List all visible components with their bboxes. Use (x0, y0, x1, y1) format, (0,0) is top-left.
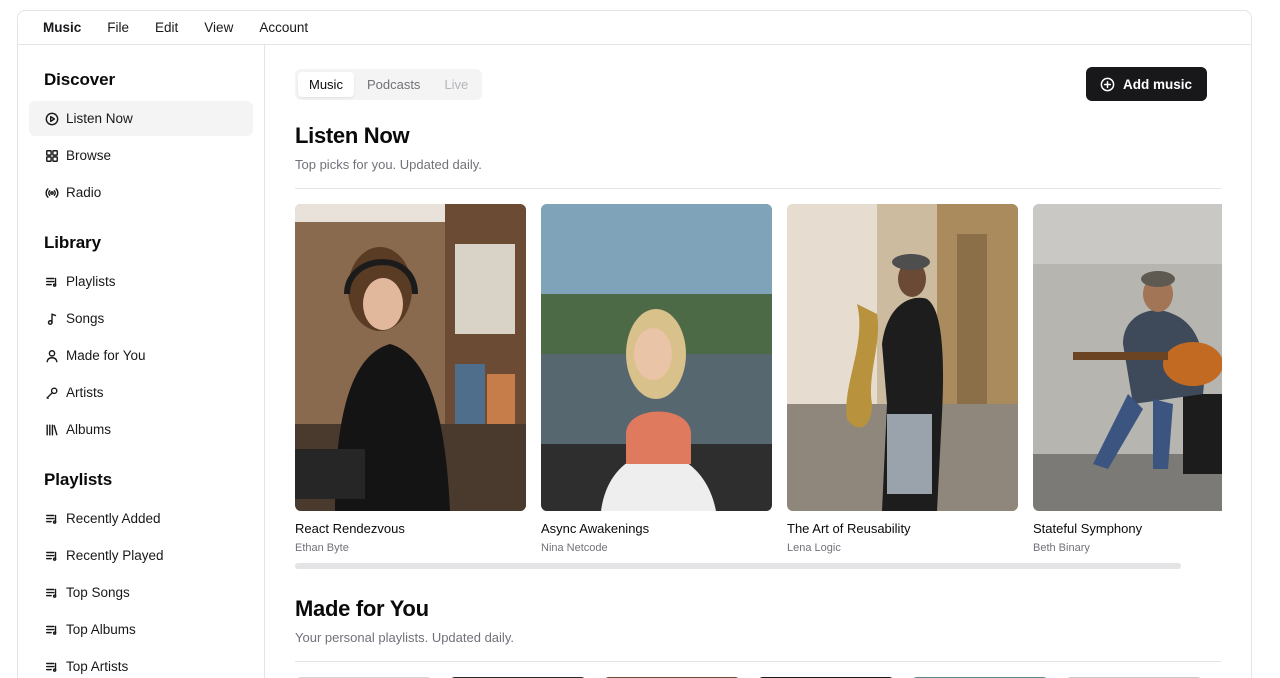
section-divider (295, 661, 1221, 662)
sidebar-item-label: Playlists (66, 274, 116, 289)
sidebar-item-label: Top Songs (66, 585, 130, 600)
made-for-you-section: Made for You Your personal playlists. Up… (295, 596, 1221, 678)
sidebar-item-top-artists[interactable]: Top Artists (29, 649, 253, 678)
sidebar-item-albums[interactable]: Albums (29, 412, 253, 447)
menu-account[interactable]: Account (259, 20, 308, 35)
playlist-icon (44, 622, 59, 637)
sidebar-item-label: Top Artists (66, 659, 129, 674)
sidebar-item-recently-added[interactable]: Recently Added (29, 501, 253, 536)
section-title-listen-now: Listen Now (295, 123, 410, 148)
album-artist: Ethan Byte (295, 542, 349, 554)
section-subtitle-made-for-you: Your personal playlists. Updated daily. (295, 630, 514, 645)
sidebar-item-top-albums[interactable]: Top Albums (29, 612, 253, 647)
album-cover-image[interactable] (295, 204, 526, 511)
sidebar-item-label: Recently Added (66, 511, 161, 526)
sidebar-item-radio[interactable]: Radio (29, 175, 253, 210)
album-card[interactable]: Stateful Symphony Beth Binary (1033, 204, 1222, 554)
main-content: Music Podcasts Live Add music Listen Now… (265, 45, 1251, 678)
sidebar-item-songs[interactable]: Songs (29, 301, 253, 336)
album-title: React Rendezvous (295, 521, 405, 536)
user-icon (44, 348, 59, 363)
tab-music[interactable]: Music (298, 71, 354, 97)
album-cover-image[interactable] (787, 204, 1018, 511)
album-cover-image[interactable] (541, 204, 772, 511)
section-subtitle-listen-now: Top picks for you. Updated daily. (295, 157, 482, 172)
sidebar-item-label: Artists (66, 385, 104, 400)
playlist-icon (44, 585, 59, 600)
sidebar-item-artists[interactable]: Artists (29, 375, 253, 410)
menu-view[interactable]: View (204, 20, 233, 35)
add-music-button[interactable]: Add music (1085, 67, 1207, 101)
menu-edit[interactable]: Edit (155, 20, 178, 35)
album-title: Async Awakenings (541, 521, 650, 536)
music-note-icon (44, 311, 59, 326)
album-card[interactable]: Async Awakenings Nina Netcode (541, 204, 772, 554)
sidebar-item-label: Browse (66, 148, 112, 163)
playlist-icon (44, 659, 59, 674)
content-topbar: Music Podcasts Live Add music (295, 67, 1221, 101)
plus-circle-icon (1100, 77, 1115, 91)
app-window: Music File Edit View Account Discover Li… (17, 10, 1252, 678)
section-divider (295, 188, 1221, 189)
play-circle-icon (44, 111, 59, 126)
tab-list: Music Podcasts Live (295, 68, 483, 100)
sidebar-discover-section: Discover Listen Now Browse Radio (29, 70, 253, 210)
library-icon (44, 422, 59, 437)
sidebar-item-made-for-you[interactable]: Made for You (29, 338, 253, 373)
listen-now-section: Listen Now Top picks for you. Updated da… (295, 123, 1222, 569)
album-cover-image[interactable] (1033, 204, 1222, 511)
menu-file[interactable]: File (107, 20, 129, 35)
album-title: Stateful Symphony (1033, 521, 1143, 536)
sidebar-item-listen-now[interactable]: Listen Now (29, 101, 253, 136)
sidebar-item-label: Recently Played (66, 548, 164, 563)
sidebar-library-section: Library Playlists Songs Made for You Art… (29, 233, 253, 447)
album-card[interactable]: The Art of Reusability Lena Logic (787, 204, 1018, 554)
sidebar: Discover Listen Now Browse Radio Library… (18, 45, 265, 678)
menubar: Music File Edit View Account (18, 11, 1251, 45)
playlist-icon (44, 548, 59, 563)
sidebar-item-label: Songs (66, 311, 105, 326)
playlist-icon (44, 274, 59, 289)
radio-icon (44, 185, 59, 200)
menu-music[interactable]: Music (43, 20, 81, 35)
album-artist: Beth Binary (1033, 542, 1090, 554)
sidebar-item-label: Top Albums (66, 622, 136, 637)
tab-live: Live (444, 76, 469, 92)
album-title: The Art of Reusability (787, 521, 911, 536)
album-artist: Nina Netcode (541, 542, 608, 554)
sidebar-item-recently-played[interactable]: Recently Played (29, 538, 253, 573)
sidebar-heading-playlists: Playlists (44, 470, 113, 489)
sidebar-item-label: Radio (66, 185, 102, 200)
album-row: React Rendezvous Ethan Byte Async Awaken… (295, 204, 1222, 554)
sidebar-heading-discover: Discover (44, 70, 116, 89)
sidebar-item-playlists[interactable]: Playlists (29, 264, 253, 299)
playlist-icon (44, 511, 59, 526)
sidebar-item-browse[interactable]: Browse (29, 138, 253, 173)
album-artist: Lena Logic (787, 542, 841, 554)
add-music-label: Add music (1122, 76, 1192, 92)
sidebar-item-label: Listen Now (66, 111, 133, 126)
sidebar-item-top-songs[interactable]: Top Songs (29, 575, 253, 610)
album-card[interactable]: React Rendezvous Ethan Byte (295, 204, 526, 554)
section-title-made-for-you: Made for You (295, 596, 429, 621)
sidebar-playlists-section: Playlists Recently Added Recently Played (29, 470, 253, 678)
sidebar-heading-library: Library (44, 233, 101, 252)
grid-icon (44, 148, 59, 163)
microphone-icon (44, 385, 59, 400)
sidebar-item-label: Albums (66, 422, 112, 437)
sidebar-item-label: Made for You (66, 348, 146, 363)
horizontal-scrollbar[interactable] (295, 563, 1181, 569)
tab-podcasts[interactable]: Podcasts (356, 72, 431, 97)
